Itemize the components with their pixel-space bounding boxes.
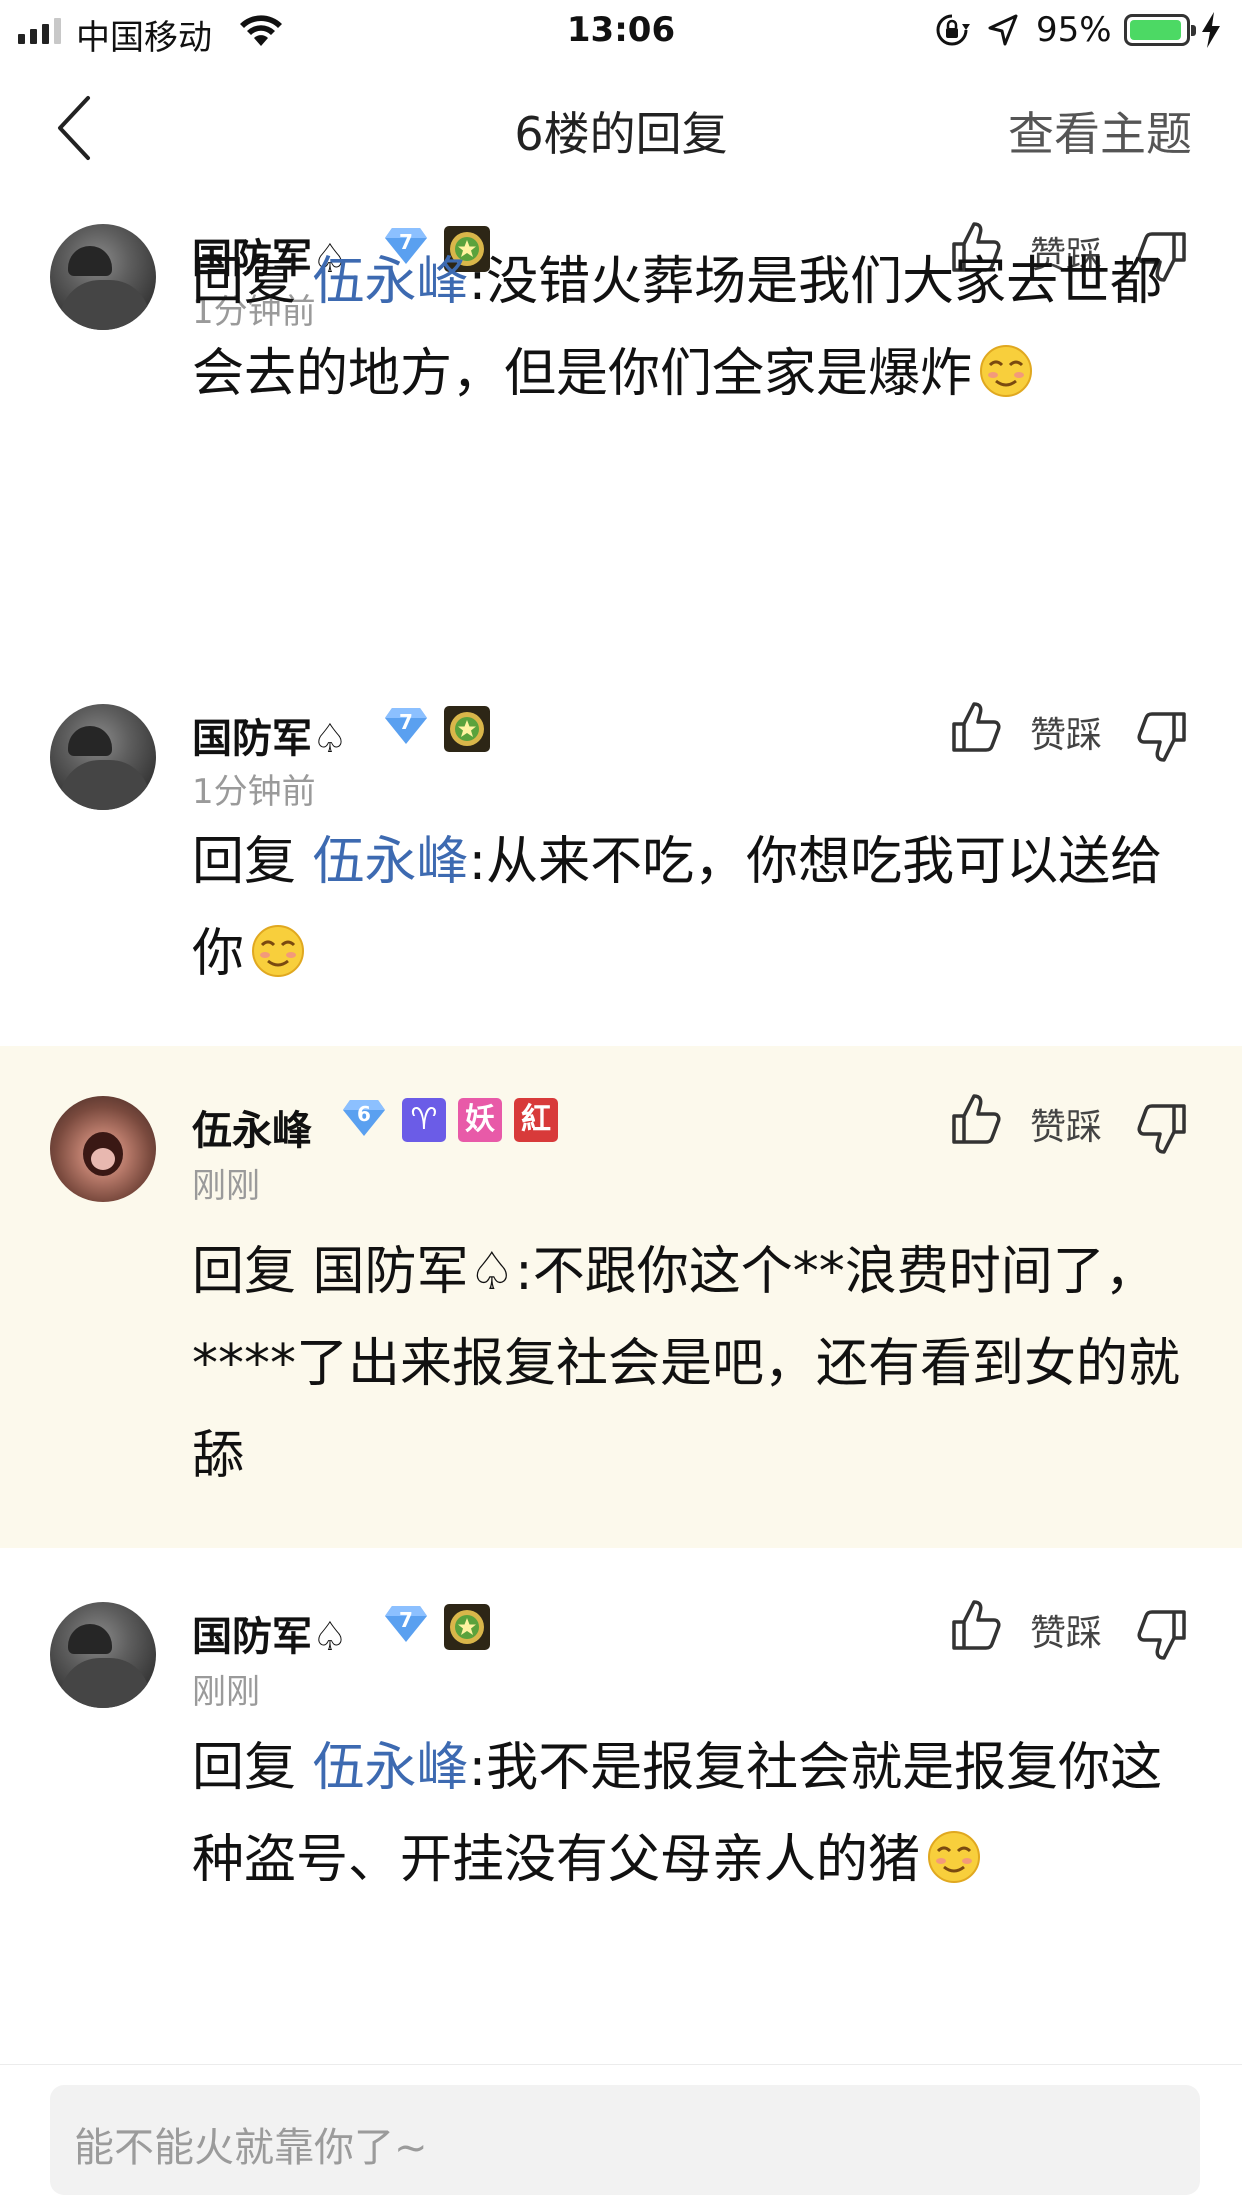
reply-input[interactable]: 能不能火就靠你了~ <box>50 2085 1200 2195</box>
battery-percent: 95% <box>1036 10 1112 50</box>
comment-time: 1分钟前 <box>192 772 316 812</box>
star-medal-icon <box>444 706 490 752</box>
vote-label: 赞踩 <box>1030 1613 1103 1654</box>
diamond-level-badge-icon: 7 <box>384 706 428 746</box>
reply-prefix: 回复 <box>192 832 297 892</box>
comment-text: 回复 伍永峰:没错火葬场是我们大家去世都会去的地方，但是你们全家是爆炸 <box>192 236 1192 420</box>
diamond-level-badge-icon: 6 <box>342 1098 386 1138</box>
vote-label: 赞踩 <box>1030 1107 1103 1148</box>
thumbs-up-icon[interactable] <box>950 1598 1002 1652</box>
aries-badge-icon: ♈ <box>402 1098 446 1142</box>
mention-text[interactable]: 国防军♤ <box>313 1242 516 1302</box>
mention-link[interactable]: 伍永峰 <box>313 1738 469 1798</box>
nav-bar: 6楼的回复 查看主题 <box>0 62 1242 192</box>
battery-icon <box>1124 14 1196 46</box>
avatar[interactable] <box>50 704 156 810</box>
comment-item: 国防军♤ 7 1分钟前 赞踩 回复 伍永峰:从来不吃，你想吃我可以送给你 <box>0 672 1242 1042</box>
yao-badge-icon: 妖 <box>458 1098 502 1142</box>
comment-time: 刚刚 <box>192 1166 260 1206</box>
comment-item: 国防军♤ 7 刚刚 赞踩 回复 伍永峰:我不是报复社会就是报复你这种盗号、开挂没… <box>0 1572 1242 2062</box>
thumbs-down-icon[interactable] <box>1136 1608 1188 1662</box>
username[interactable]: 伍永峰 <box>192 1098 312 1156</box>
username[interactable]: 国防军♤ <box>192 706 348 764</box>
reply-prefix: 回复 <box>192 252 297 312</box>
mention-link[interactable]: 伍永峰 <box>313 832 469 892</box>
reply-prefix: 回复 <box>192 1242 297 1302</box>
avatar[interactable] <box>50 1602 156 1708</box>
avatar[interactable] <box>50 224 156 330</box>
thumbs-up-icon[interactable] <box>950 1092 1002 1146</box>
comment-time: 刚刚 <box>192 1672 260 1712</box>
thumbs-down-icon[interactable] <box>1136 710 1188 764</box>
hong-badge-icon: 紅 <box>514 1098 558 1142</box>
comment-item-highlighted: 伍永峰 6 ♈ 妖 紅 刚刚 赞踩 回复 国防军♤:不跟你这个**浪费时间了，*… <box>0 1046 1242 1548</box>
status-bar: 中国移动 13:06 95% <box>0 0 1242 62</box>
orientation-lock-icon <box>936 14 970 46</box>
comment-text: 回复 伍永峰:我不是报复社会就是报复你这种盗号、开挂没有父母亲人的猪 <box>192 1722 1192 1906</box>
smirk-face-emoji <box>928 1831 981 1883</box>
view-topic-button[interactable]: 查看主题 <box>1008 98 1192 164</box>
thumbs-down-icon[interactable] <box>1136 1102 1188 1156</box>
smirk-face-emoji <box>252 925 305 977</box>
battery-fill <box>1130 20 1182 40</box>
reply-bar: 能不能火就靠你了~ <box>0 2064 1242 2208</box>
avatar[interactable] <box>50 1096 156 1202</box>
username[interactable]: 国防军♤ <box>192 1604 348 1662</box>
comment-text: 回复 国防军♤:不跟你这个**浪费时间了，****了出来报复社会是吧，还有看到女… <box>192 1226 1192 1502</box>
thumbs-up-icon[interactable] <box>950 700 1002 754</box>
comment-text: 回复 伍永峰:从来不吃，你想吃我可以送给你 <box>192 816 1192 1000</box>
comment-item: 国防军♤ 7 1分钟前 赞踩 回复 伍永峰:没错火葬场是我们大家去世都会去的地方… <box>0 192 1242 662</box>
charging-icon <box>1202 12 1220 48</box>
location-icon <box>988 14 1018 46</box>
reply-prefix: 回复 <box>192 1738 297 1798</box>
vote-label: 赞踩 <box>1030 715 1103 756</box>
star-medal-icon <box>444 1604 490 1650</box>
smirk-face-emoji <box>980 345 1033 397</box>
mention-link[interactable]: 伍永峰 <box>313 252 469 312</box>
reply-input-placeholder: 能不能火就靠你了~ <box>74 2125 428 2171</box>
diamond-level-badge-icon: 7 <box>384 1604 428 1644</box>
